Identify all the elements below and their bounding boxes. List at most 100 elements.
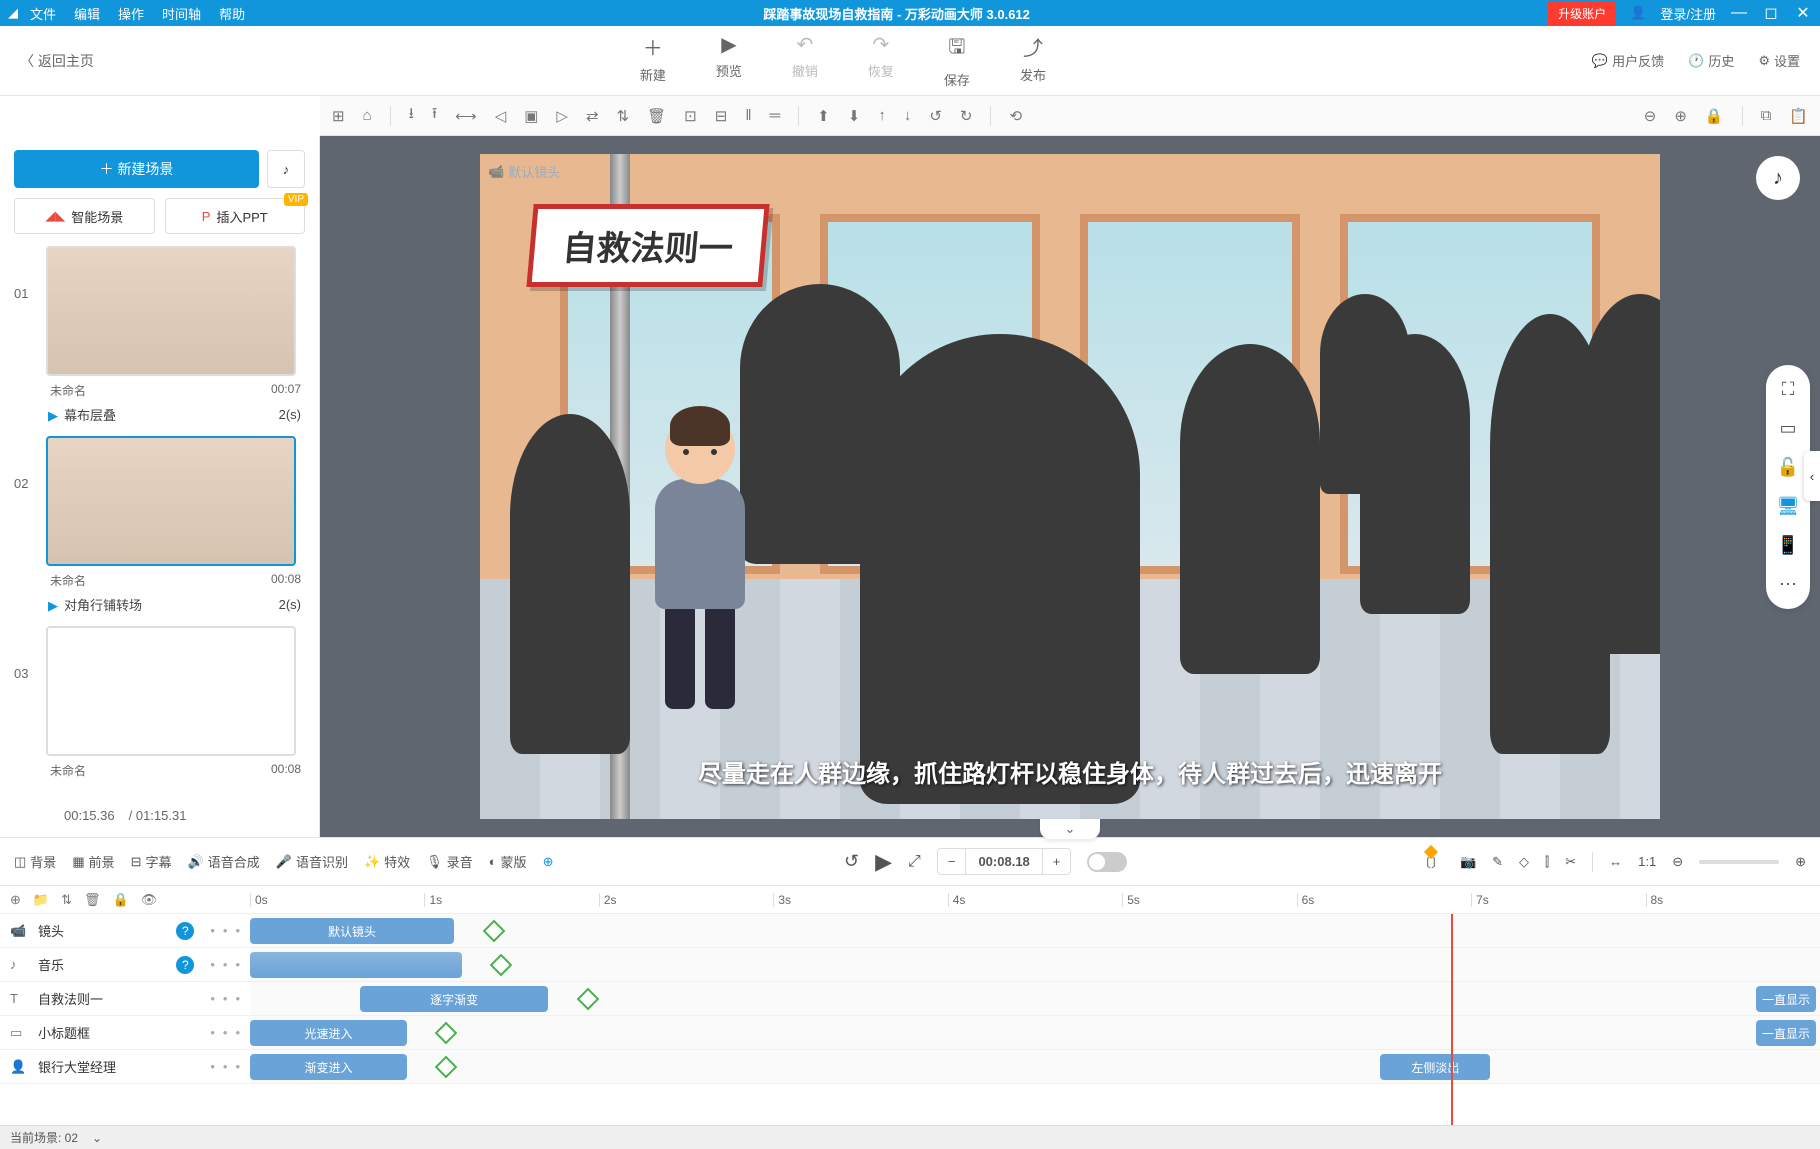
maximize-button[interactable]: ◻ — [1762, 3, 1780, 23]
visibility-icon[interactable]: 👁 — [141, 892, 158, 908]
effects-button[interactable]: ✨特效 — [364, 852, 410, 871]
background-button[interactable]: ◫背景 — [14, 852, 56, 871]
clip[interactable]: 左侧淡出 — [1380, 1054, 1490, 1080]
fit-width-icon[interactable]: ↔ — [1609, 854, 1622, 869]
edit-tool-icon[interactable]: ✎ — [1492, 854, 1503, 870]
clip[interactable]: 渐变进入 — [250, 1054, 407, 1080]
more-icon[interactable]: ⋯ — [1779, 574, 1797, 595]
new-button[interactable]: ＋新建 — [640, 32, 666, 89]
layer-up-icon[interactable]: ↑ — [878, 107, 886, 124]
menu-file[interactable]: 文件 — [30, 4, 56, 23]
lock-tracks-icon[interactable]: 🔒 — [113, 892, 129, 908]
flip-v-icon[interactable]: ⇅ — [617, 107, 630, 125]
tts-button[interactable]: 🔊语音合成 — [188, 852, 260, 871]
add-keyframe-icon[interactable] — [435, 1056, 458, 1079]
ai-scene-button[interactable]: ◢◣智能场景 — [14, 198, 155, 234]
align-top-icon[interactable]: ⭱ — [432, 103, 437, 128]
replace-icon[interactable]: ⟲ — [1009, 107, 1022, 125]
clip[interactable]: 默认镜头 — [250, 918, 454, 944]
save-button[interactable]: 🖫保存 — [944, 32, 970, 89]
clip[interactable]: 一直显示 — [1756, 986, 1816, 1012]
help-icon[interactable]: ? — [176, 956, 194, 974]
rotate-right-icon[interactable]: ↻ — [960, 107, 973, 125]
zoom-in-tl-icon[interactable]: ⊕ — [1795, 854, 1806, 870]
scene-item[interactable]: 01 未命名00:07 ▶幕布层叠2(s) — [14, 246, 305, 428]
align-hcenter-icon[interactable]: ▣ — [524, 107, 538, 125]
new-scene-button[interactable]: ＋ 新建场景 — [14, 150, 259, 188]
track-lane[interactable]: 光速进入 一直显示 — [250, 1016, 1820, 1049]
menu-help[interactable]: 帮助 — [219, 4, 245, 23]
zoom-out-tl-icon[interactable]: ⊖ — [1672, 854, 1683, 870]
expand-icon[interactable]: ⤢ — [908, 853, 921, 871]
subtitle-text[interactable]: 尽量走在人群边缘，抓住路灯杆以稳住身体，待人群过去后，迅速离开 — [698, 754, 1442, 789]
scene-thumbnail[interactable] — [46, 246, 296, 376]
add-keyframe-icon[interactable] — [490, 954, 513, 977]
magnet-icon[interactable]: ⊞ — [332, 107, 345, 125]
delete-icon[interactable]: 🗑 — [647, 107, 666, 125]
snap-toggle[interactable] — [1087, 852, 1127, 872]
copy-icon[interactable]: ⧉ — [1761, 107, 1772, 124]
play-icon[interactable]: ▶ — [875, 849, 892, 875]
subtitle-button[interactable]: ⊟字幕 — [131, 852, 172, 871]
align-vcenter-icon[interactable]: ⟷ — [455, 107, 477, 125]
rewind-icon[interactable]: ↺ — [844, 851, 859, 872]
help-icon[interactable]: ? — [176, 922, 194, 940]
add-keyframe-icon[interactable] — [576, 988, 599, 1011]
zoom-slider[interactable] — [1699, 860, 1779, 864]
track-lane[interactable]: 逐字渐变 一直显示 — [250, 982, 1820, 1015]
time-plus-button[interactable]: + — [1042, 849, 1071, 874]
one-to-one-icon[interactable]: 1:1 — [1638, 854, 1656, 869]
expand-right-panel[interactable]: ‹ — [1804, 451, 1820, 501]
dist-v-icon[interactable]: ═ — [770, 107, 781, 124]
scene-thumbnail[interactable] — [46, 436, 296, 566]
scene-thumbnail[interactable] — [46, 626, 296, 756]
asr-button[interactable]: 🎤语音识别 — [276, 852, 348, 871]
fit-icon[interactable]: ▭ — [1779, 418, 1796, 439]
align-right-icon[interactable]: ▷ — [556, 107, 568, 125]
mask-button[interactable]: ◐蒙版 — [489, 852, 527, 871]
menu-edit[interactable]: 编辑 — [74, 4, 100, 23]
music-float-button[interactable]: ♪ — [1756, 156, 1800, 200]
group-icon[interactable]: ⊡ — [684, 107, 697, 125]
insert-ppt-button[interactable]: P插入PPTVIP — [165, 198, 306, 234]
title-sign[interactable]: 自救法则一 — [526, 204, 769, 287]
zoom-out-icon[interactable]: ⊖ — [1644, 107, 1657, 125]
clip[interactable]: 一直显示 — [1756, 1020, 1816, 1046]
sort-icon[interactable]: ⇅ — [61, 892, 72, 908]
layer-down-icon[interactable]: ↓ — [904, 107, 912, 124]
close-button[interactable]: ✕ — [1794, 3, 1812, 23]
zoom-in-icon[interactable]: ⊕ — [1674, 107, 1687, 125]
clip[interactable]: 光速进入 — [250, 1020, 407, 1046]
audio-clip[interactable] — [250, 952, 462, 978]
home-icon[interactable]: ⌂ — [363, 107, 372, 124]
time-minus-button[interactable]: − — [938, 849, 967, 874]
scene-item[interactable]: 02 未命名00:08 ▶对角行铺转场2(s) — [14, 436, 305, 618]
marker-icon[interactable]: 〔〕 — [1418, 852, 1444, 871]
track-lane[interactable]: 渐变进入 左侧淡出 — [250, 1050, 1820, 1083]
scene-item[interactable]: 03 未命名00:08 — [14, 626, 305, 779]
desktop-view-icon[interactable]: 🖥 — [1777, 496, 1800, 517]
track-lane[interactable]: 默认镜头 — [250, 914, 1820, 947]
back-home-button[interactable]: 〈 返回主页 — [20, 51, 94, 71]
collapse-timeline-handle[interactable]: ⌄ — [1040, 819, 1100, 839]
dist-h-icon[interactable]: ‖ — [745, 107, 751, 124]
feedback-button[interactable]: 💬用户反馈 — [1592, 51, 1664, 70]
redo-button[interactable]: ↷恢复 — [868, 32, 894, 89]
lock-icon[interactable]: 🔒 — [1705, 107, 1724, 125]
minimize-button[interactable]: — — [1730, 4, 1748, 22]
scene-audio-button[interactable]: ♪ — [267, 150, 305, 188]
paste-icon[interactable]: 📋 — [1789, 107, 1808, 125]
folder-icon[interactable]: 📁 — [33, 892, 49, 908]
menu-action[interactable]: 操作 — [118, 4, 144, 23]
play-transition-icon[interactable]: ▶ — [48, 598, 58, 613]
undo-button[interactable]: ↶撤销 — [792, 32, 818, 89]
settings-button[interactable]: ⚙设置 — [1758, 51, 1800, 70]
publish-button[interactable]: ⤴发布 — [1020, 32, 1046, 89]
mobile-view-icon[interactable]: 📱 — [1777, 535, 1799, 556]
record-button[interactable]: 🎙录音 — [426, 852, 473, 871]
ungroup-icon[interactable]: ⊟ — [715, 107, 728, 125]
layer-front-icon[interactable]: ⬆ — [817, 107, 830, 125]
character-person[interactable] — [640, 414, 760, 714]
align-left-icon[interactable]: ◁ — [495, 107, 507, 125]
align-bottom-icon[interactable]: ⭳ — [409, 103, 414, 128]
